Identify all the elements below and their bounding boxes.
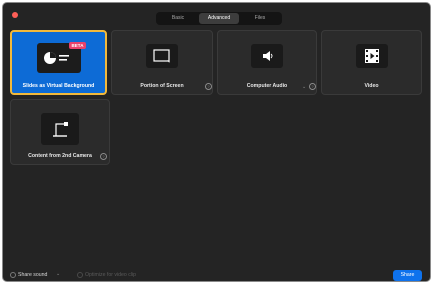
speaker-icon (251, 44, 283, 68)
optimize-video-label: Optimize for video clip (85, 272, 137, 278)
chevron-down-icon[interactable]: ⌄ (302, 84, 306, 90)
bottom-bar: Share sound ⌄ Optimize for video clip Sh… (3, 269, 430, 281)
beta-badge: BETA (69, 42, 86, 49)
tab-bar: Basic Advanced Files (156, 12, 282, 25)
tile-label: Portion of Screen (140, 83, 184, 89)
tile-label: Video (364, 83, 379, 89)
tile-content-from-2nd-camera[interactable]: Content from 2nd Camera ? (10, 99, 110, 165)
tile-computer-audio[interactable]: Computer Audio ⌄ ? (217, 30, 317, 95)
help-icon[interactable]: ? (205, 83, 212, 90)
help-icon[interactable]: ? (309, 83, 316, 90)
tile-slides-as-virtual-background[interactable]: BETA Slides as Virtual Background (10, 30, 107, 95)
share-sound-label[interactable]: Share sound (18, 272, 47, 278)
share-button[interactable]: Share (393, 270, 422, 281)
tab-files[interactable]: Files (240, 13, 280, 24)
chevron-down-icon[interactable]: ⌄ (56, 271, 60, 277)
tile-label: Content from 2nd Camera (28, 153, 92, 159)
document-camera-icon (41, 113, 79, 145)
tab-advanced[interactable]: Advanced (199, 13, 239, 24)
optimize-video-checkbox[interactable] (77, 272, 83, 278)
share-screen-window: Basic Advanced Files BETA Slides as Virt… (2, 2, 431, 282)
tab-basic[interactable]: Basic (158, 13, 198, 24)
help-icon[interactable]: ? (100, 153, 107, 160)
tile-label: Slides as Virtual Background (22, 83, 95, 89)
film-icon (355, 44, 388, 68)
share-sound-checkbox[interactable] (10, 272, 16, 278)
screen-portion-icon (146, 44, 178, 68)
tile-portion-of-screen[interactable]: Portion of Screen ? (111, 30, 213, 95)
close-window-button[interactable] (12, 12, 18, 18)
tile-video[interactable]: Video (321, 30, 422, 95)
